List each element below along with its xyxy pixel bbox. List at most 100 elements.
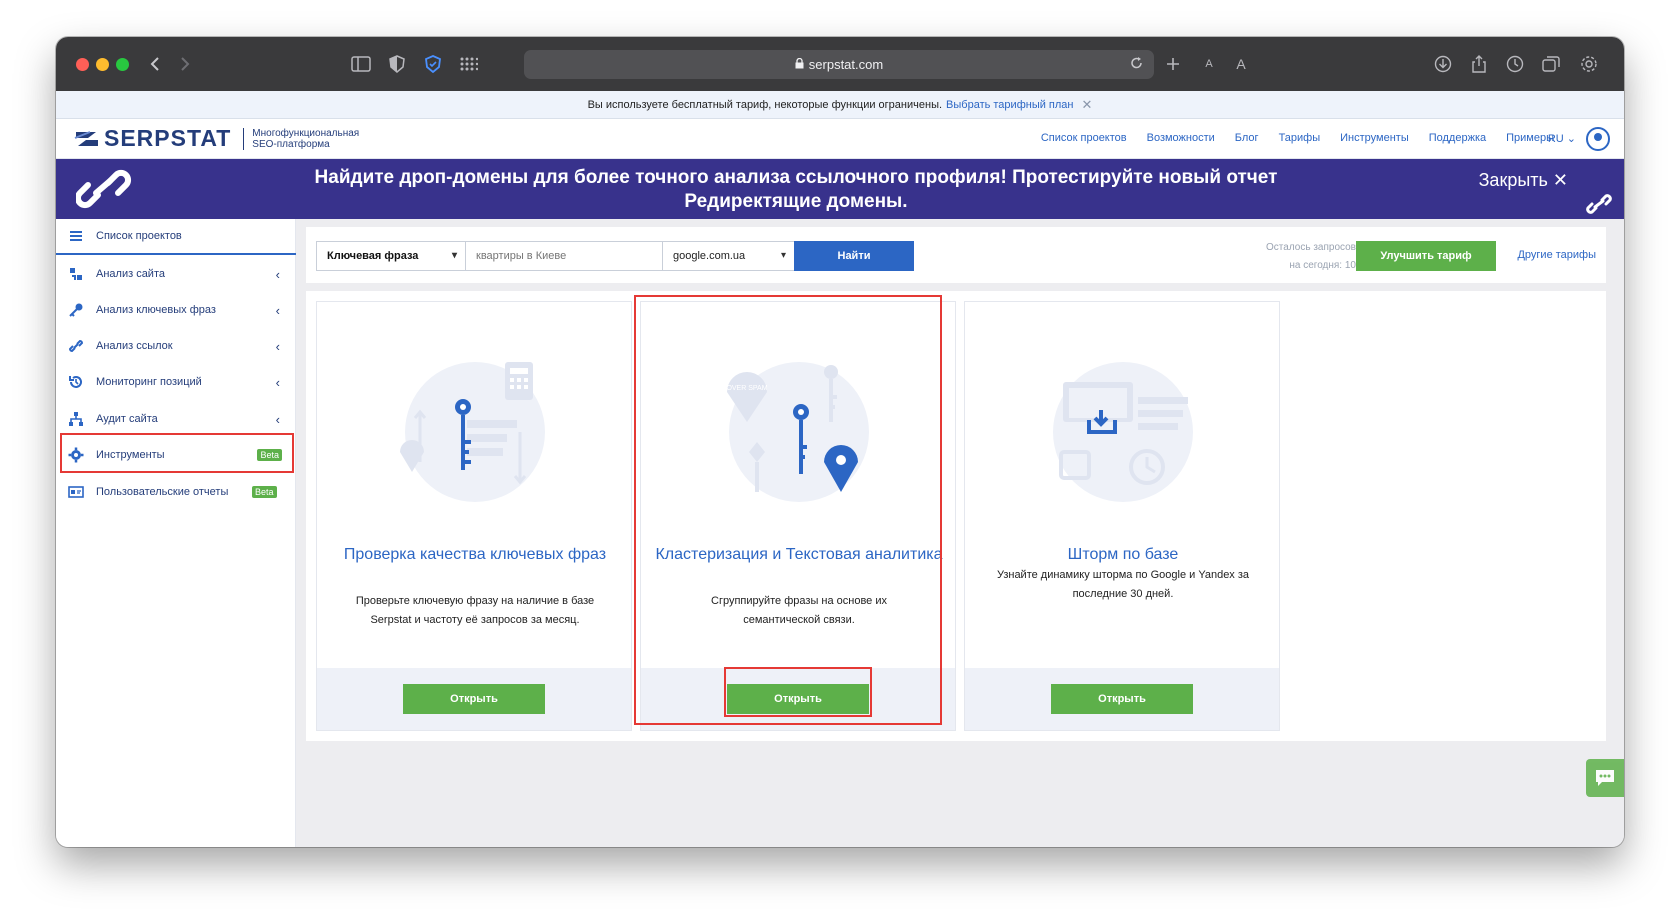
banner-close-button[interactable]: Закрыть ✕ [1479,170,1568,191]
keyword-search-input[interactable] [465,241,663,271]
search-type-value: Ключевая фраза [327,250,419,262]
highlight-frame-open-button [724,667,872,717]
chevron-left-icon: ‹ [275,338,280,354]
top-nav: Список проектов Возможности Блог Тарифы … [1021,132,1554,144]
link-icon [68,339,84,353]
find-button[interactable]: Найти [794,241,914,271]
shield-icon[interactable] [422,53,444,75]
sidebar-item-label: Анализ ключевых фраз [96,304,216,316]
font-larger-button[interactable]: A [1230,53,1252,75]
browser-toolbar: serpstat.com A A [56,37,1624,91]
chat-icon[interactable] [1586,759,1624,797]
privacy-icon[interactable] [386,53,408,75]
keyword-quality-illustration-icon [400,362,545,502]
chevron-left-icon: ‹ [275,302,280,318]
nav-tools[interactable]: Инструменты [1340,132,1409,144]
browser-window: serpstat.com A A Вы используете бесплатн… [56,37,1624,847]
sitemap-icon [69,412,83,426]
address-bar[interactable]: serpstat.com [524,50,1154,79]
site-header: SERPSTAT Многофункциональная SEO-платфор… [56,119,1624,159]
sidebar-item-link-analysis[interactable]: Анализ ссылок ‹ [56,328,296,364]
close-window-button[interactable] [76,58,89,71]
tool-description: Проверьте ключевую фразу на наличие в ба… [355,595,595,626]
logo-text: SERPSTAT [104,125,232,151]
choose-plan-link[interactable]: Выбрать тарифный план [946,99,1073,111]
logo-subtitle: Многофункциональная SEO-платформа [243,127,383,150]
sidebar-item-projects[interactable]: Список проектов [56,219,296,255]
key-icon [69,303,83,317]
serpstat-logo[interactable]: SERPSTAT Многофункциональная SEO-платфор… [74,125,383,152]
search-engine-select[interactable]: google.com.ua ▾ [662,241,795,271]
sidebar-item-label: Список проектов [96,230,182,242]
sidebar-item-site-analysis[interactable]: Анализ сайта ‹ [56,256,296,292]
close-icon: ✕ [1552,170,1568,190]
nav-features[interactable]: Возможности [1147,132,1215,144]
search-engine-value: google.com.ua [673,250,746,262]
tool-card-footer: Открыть [317,668,631,730]
back-icon[interactable] [144,53,166,75]
history-icon [69,376,82,388]
beta-badge: Beta [252,486,277,498]
close-notice-icon[interactable]: ✕ [1082,97,1093,113]
small-chain-link-icon [1586,194,1612,214]
settings-gear-icon[interactable] [1578,53,1600,75]
user-avatar-icon[interactable] [1586,127,1610,151]
language-value: RU [1547,133,1564,145]
tool-card-footer: Открыть [965,668,1279,730]
upgrade-plan-button[interactable]: Улучшить тариф [1356,241,1496,271]
other-plans-link[interactable]: Другие тарифы [1517,249,1596,261]
tool-title[interactable]: Проверка качества ключевых фраз [327,542,623,568]
storm-illustration-icon [1053,362,1193,502]
forward-icon[interactable] [174,53,196,75]
nav-examples[interactable]: Примеры [1506,132,1554,144]
grid-icon[interactable] [458,53,480,75]
list-icon [70,231,82,241]
open-tool-button[interactable]: Открыть [403,684,545,714]
language-selector[interactable]: RU ⌄ [1548,132,1576,145]
remaining-requests-line1: Осталось запросов [1266,242,1356,253]
report-icon [68,486,84,498]
minimize-window-button[interactable] [96,58,109,71]
font-smaller-button[interactable]: A [1198,53,1220,75]
search-type-select[interactable]: Ключевая фраза ▾ [316,241,466,271]
chevron-down-icon: ▾ [780,250,786,261]
banner-close-label: Закрыть [1478,170,1548,190]
history-clock-icon[interactable] [1504,53,1526,75]
tool-title[interactable]: Шторм по базе [975,542,1271,568]
remaining-requests: Осталось запросов на сегодня: 10 [1236,239,1356,275]
nav-blog[interactable]: Блог [1235,132,1259,144]
reload-icon[interactable] [1130,56,1144,73]
sidebar-item-rank-tracking[interactable]: Мониторинг позиций ‹ [56,364,296,400]
sidebar-toggle-icon[interactable] [350,53,372,75]
chevron-left-icon: ‹ [275,411,280,427]
tabs-overview-icon[interactable] [1540,53,1562,75]
download-icon[interactable] [1432,53,1454,75]
notice-text: Вы используете бесплатный тариф, некотор… [587,98,943,111]
sidebar: Список проектов Анализ сайта ‹ Анализ кл… [56,219,296,847]
nav-pricing[interactable]: Тарифы [1279,132,1321,144]
url-text: serpstat.com [808,57,884,72]
chevron-down-icon: ▾ [451,250,457,261]
free-plan-notice: Вы используете бесплатный тариф, некотор… [56,91,1624,119]
tool-card-storm: Шторм по базе Узнайте динамику шторма по… [964,301,1280,731]
maximize-window-button[interactable] [116,58,129,71]
share-icon[interactable] [1468,53,1490,75]
sidebar-item-site-audit[interactable]: Аудит сайта ‹ [56,401,296,437]
open-tool-button[interactable]: Открыть [1051,684,1193,714]
serpstat-logo-icon [74,130,98,146]
highlight-frame-tools [60,433,294,473]
lock-icon [795,57,804,72]
highlight-frame-clustering-card [634,295,942,725]
nav-projects[interactable]: Список проектов [1041,132,1127,144]
sidebar-item-label: Анализ ссылок [96,340,173,352]
tools-panel: Проверка качества ключевых фраз Проверьт… [306,291,1606,741]
chevron-left-icon: ‹ [275,374,280,390]
new-tab-icon[interactable] [1162,53,1184,75]
chevron-down-icon: ⌄ [1566,133,1576,145]
nav-support[interactable]: Поддержка [1429,132,1486,144]
remaining-requests-line2: на сегодня: 10 [1289,260,1356,271]
sidebar-item-custom-reports[interactable]: Пользовательские отчеты Beta [56,474,296,510]
sidebar-item-keyword-analysis[interactable]: Анализ ключевых фраз ‹ [56,292,296,328]
chevron-left-icon: ‹ [275,266,280,282]
sidebar-item-label: Пользовательские отчеты [96,486,229,498]
